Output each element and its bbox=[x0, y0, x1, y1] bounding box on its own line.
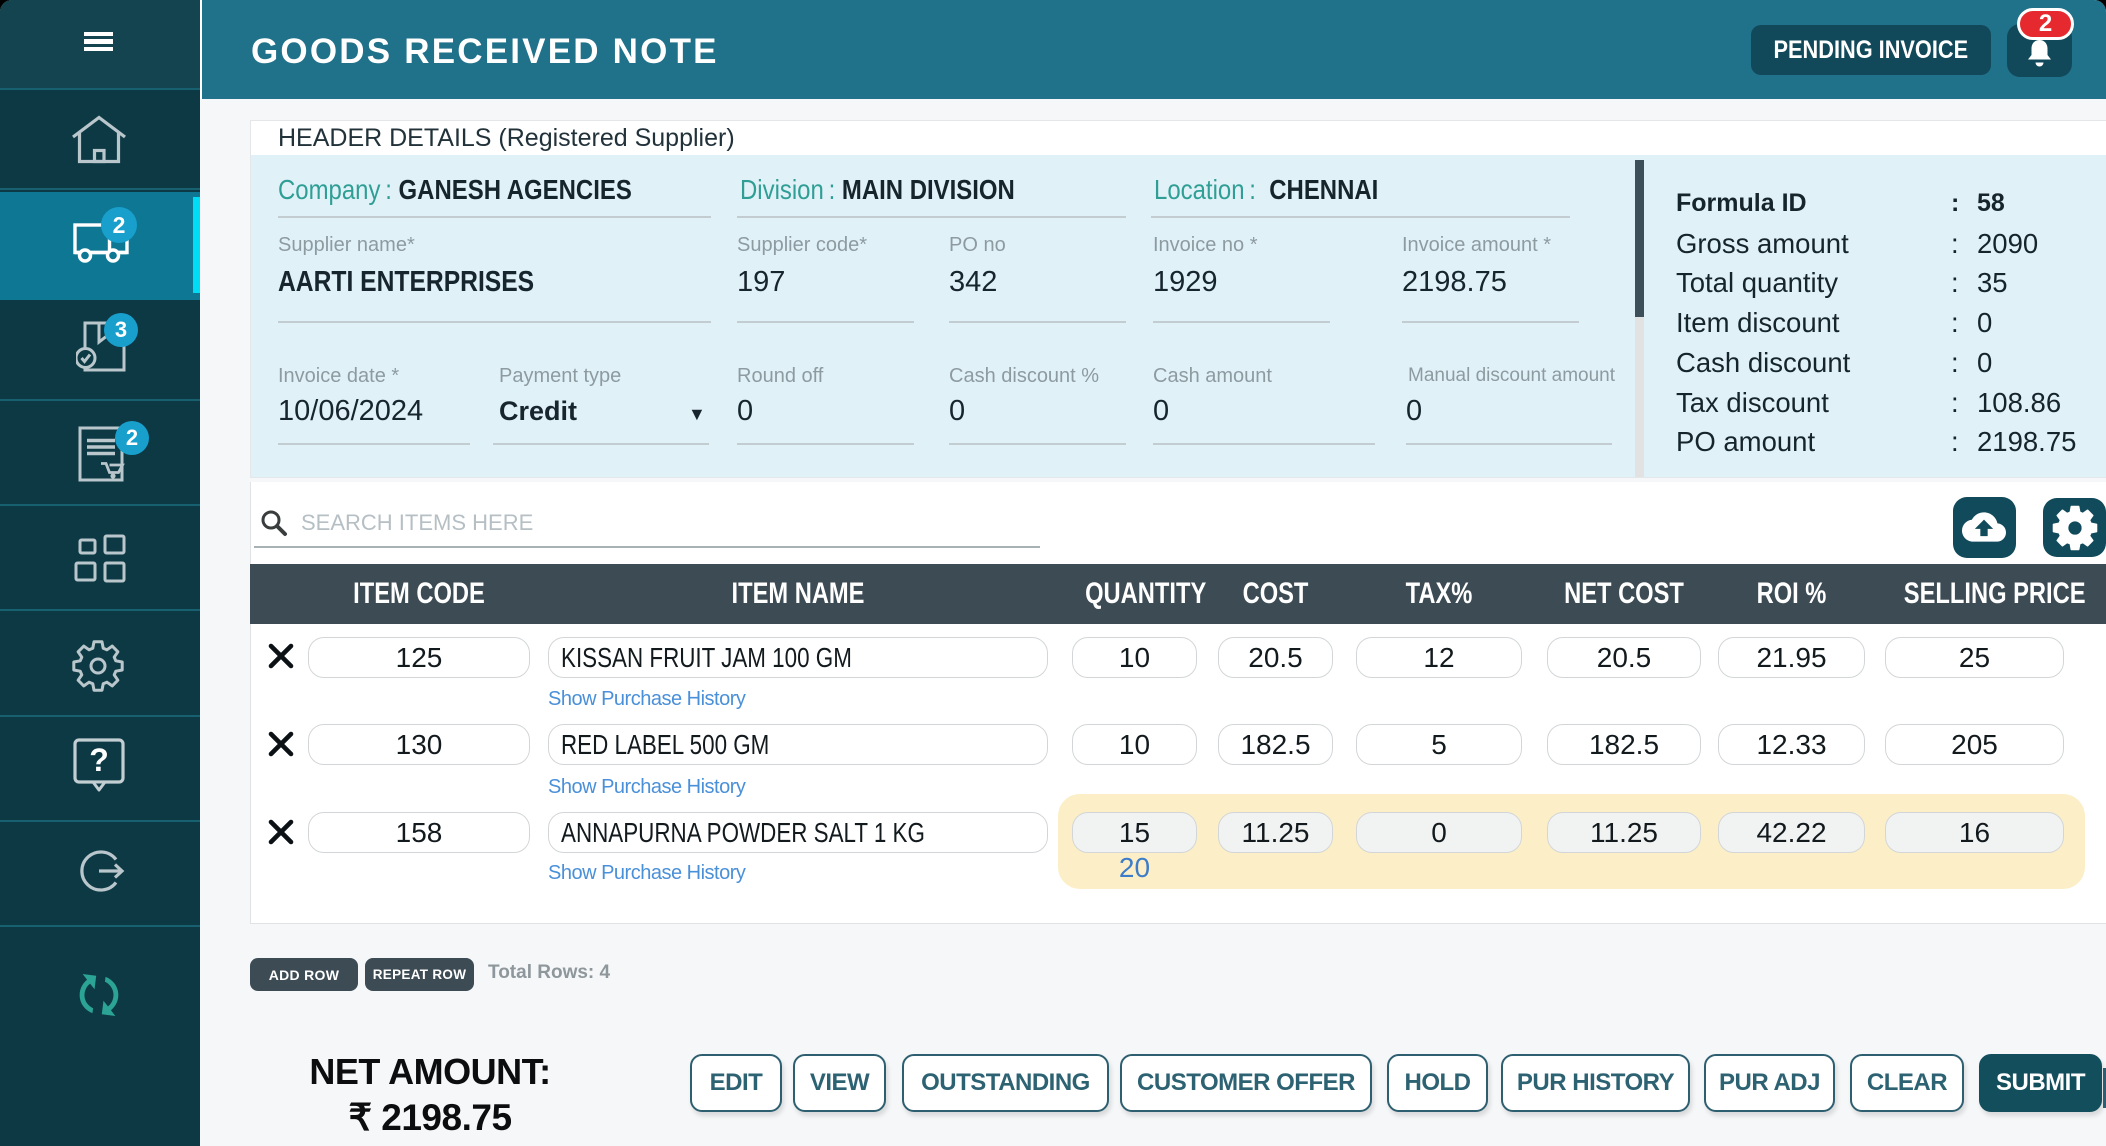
svg-text:?: ? bbox=[89, 742, 109, 778]
